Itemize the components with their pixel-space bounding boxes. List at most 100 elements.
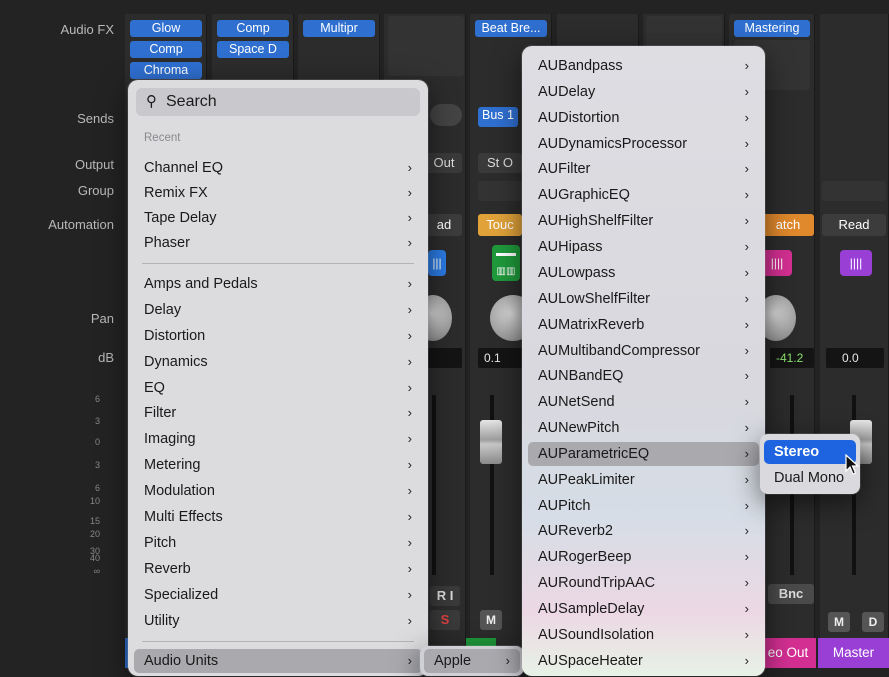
output-selector[interactable]: St O — [478, 153, 522, 173]
chevron-right-icon: › — [407, 276, 412, 291]
menu-item-dual-mono[interactable]: Dual Mono — [764, 466, 856, 490]
volume-fader[interactable] — [480, 420, 502, 464]
menu-item-aunewpitch[interactable]: AUNewPitch › — [528, 416, 759, 440]
chevron-right-icon: › — [744, 446, 749, 461]
channel-name-master[interactable]: Master — [818, 638, 889, 668]
menu-item-delay[interactable]: Delay › — [134, 298, 422, 322]
mute-button[interactable]: M — [828, 612, 850, 632]
menu-item-auhighshelffilter[interactable]: AUHighShelfFilter › — [528, 209, 759, 233]
menu-item-aunbandeq[interactable]: AUNBandEQ › — [528, 364, 759, 388]
row-label-sends: Sends — [77, 111, 114, 126]
menu-item-dynamics[interactable]: Dynamics › — [134, 350, 422, 374]
chevron-right-icon: › — [744, 239, 749, 254]
chevron-right-icon: › — [744, 161, 749, 176]
chevron-right-icon: › — [744, 317, 749, 332]
row-label-automation: Automation — [48, 217, 114, 232]
send-knob[interactable] — [430, 104, 462, 126]
chevron-right-icon: › — [744, 136, 749, 151]
bounce-button[interactable]: Bnc — [768, 584, 814, 604]
menu-item-channel-eq[interactable]: Channel EQ › — [134, 156, 422, 180]
menu-item-distortion[interactable]: Distortion › — [134, 324, 422, 348]
channel-name[interactable]: eo Out — [760, 638, 816, 668]
menu-item-aurogerbeep[interactable]: AURogerBeep › — [528, 545, 759, 569]
menu-item-filter[interactable]: Filter › — [134, 401, 422, 425]
automation-mode[interactable]: Touc — [478, 214, 522, 236]
chevron-right-icon: › — [407, 457, 412, 472]
automation-mode[interactable]: atch — [762, 214, 814, 236]
menu-item-audio-units[interactable]: Audio Units › — [134, 649, 422, 673]
menu-item-imaging[interactable]: Imaging › — [134, 427, 422, 451]
menu-item-amps-and-pedals[interactable]: Amps and Pedals › — [134, 272, 422, 296]
chevron-right-icon: › — [744, 653, 749, 668]
menu-item-ausampledelay[interactable]: AUSampleDelay › — [528, 597, 759, 621]
record-input-buttons[interactable]: R I — [430, 586, 460, 606]
chevron-right-icon: › — [407, 328, 412, 343]
menu-item-specialized[interactable]: Specialized › — [134, 583, 422, 607]
fx-slot-comp[interactable]: Comp — [130, 41, 202, 58]
menu-item-ausoundisolation[interactable]: AUSoundIsolation › — [528, 623, 759, 647]
menu-item-metering[interactable]: Metering › — [134, 453, 422, 477]
chevron-right-icon: › — [744, 627, 749, 642]
fx-slot-multipressor[interactable]: Multipr — [303, 20, 375, 37]
fx-slot-comp[interactable]: Comp — [217, 20, 289, 37]
menu-item-modulation[interactable]: Modulation › — [134, 479, 422, 503]
menu-item-auspaceheater[interactable]: AUSpaceHeater › — [528, 649, 759, 673]
menu-item-audelay[interactable]: AUDelay › — [528, 80, 759, 104]
menu-item-aumultibandcompressor[interactable]: AUMultibandCompressor › — [528, 339, 759, 363]
menu-item-aumatrixreverb[interactable]: AUMatrixReverb › — [528, 313, 759, 337]
menu-item-aupeaklimiter[interactable]: AUPeakLimiter › — [528, 468, 759, 492]
menu-item-aureverb2[interactable]: AUReverb2 › — [528, 519, 759, 543]
menu-item-pitch[interactable]: Pitch › — [134, 531, 422, 555]
search-field[interactable]: ⚲ Search — [136, 88, 420, 116]
menu-item-stereo[interactable]: Stereo — [764, 440, 856, 464]
menu-item-phaser[interactable]: Phaser › — [134, 231, 422, 255]
audio-waveform-icon[interactable]: ||| — [428, 250, 446, 276]
fx-slot-chroma[interactable]: Chroma — [130, 62, 202, 79]
solo-button[interactable]: S — [430, 610, 460, 630]
audio-waveform-icon[interactable]: |||| — [840, 250, 872, 276]
menu-item-audistortion[interactable]: AUDistortion › — [528, 106, 759, 130]
menu-item-remix-fx[interactable]: Remix FX › — [134, 181, 422, 205]
output-selector[interactable]: Out — [426, 153, 462, 173]
drummer-icon[interactable]: ▬▬ ▥▥ — [492, 245, 520, 281]
chevron-right-icon: › — [744, 84, 749, 99]
automation-mode[interactable]: ad — [426, 214, 462, 236]
chevron-right-icon: › — [744, 343, 749, 358]
menu-item-auhipass[interactable]: AUHipass › — [528, 235, 759, 259]
group-slot[interactable] — [822, 181, 886, 201]
menu-item-apple[interactable]: Apple › — [424, 649, 520, 673]
fx-slot-beat-breaker[interactable]: Beat Bre... — [475, 20, 547, 37]
menu-item-audynamicsprocessor[interactable]: AUDynamicsProcessor › — [528, 132, 759, 156]
menu-item-aulowpass[interactable]: AULowpass › — [528, 261, 759, 285]
fx-slot-mastering[interactable]: Mastering — [734, 20, 810, 37]
row-label-group: Group — [77, 183, 114, 198]
group-slot[interactable] — [478, 181, 522, 201]
audio-units-submenu: AUBandpass › AUDelay › AUDistortion › AUDyn… — [522, 46, 765, 676]
automation-mode[interactable]: Read — [822, 214, 886, 236]
menu-item-aupitch[interactable]: AUPitch › — [528, 494, 759, 518]
fx-slot-space-designer[interactable]: Space D — [217, 41, 289, 58]
chevron-right-icon: › — [744, 291, 749, 306]
menu-item-reverb[interactable]: Reverb › — [134, 557, 422, 581]
empty-fx-slot[interactable] — [388, 16, 464, 76]
chevron-right-icon: › — [744, 368, 749, 383]
dim-button[interactable]: D — [862, 612, 884, 632]
menu-item-eq[interactable]: EQ › — [134, 376, 422, 400]
menu-item-augraphiceq[interactable]: AUGraphicEQ › — [528, 183, 759, 207]
chevron-right-icon: › — [407, 561, 412, 576]
menu-item-multi-effects[interactable]: Multi Effects › — [134, 505, 422, 529]
menu-item-auparametriceq[interactable]: AUParametricEQ › — [528, 442, 759, 466]
volume-readout: 0.0 — [826, 348, 884, 368]
chevron-right-icon: › — [744, 187, 749, 202]
menu-item-auroundtripaac[interactable]: AURoundTripAAC › — [528, 571, 759, 595]
fx-slot-glow[interactable]: Glow — [130, 20, 202, 37]
menu-item-aubandpass[interactable]: AUBandpass › — [528, 54, 759, 78]
audio-waveform-icon[interactable]: |||| — [762, 250, 792, 276]
menu-item-utility[interactable]: Utility › — [134, 609, 422, 633]
menu-item-aunetsend[interactable]: AUNetSend › — [528, 390, 759, 414]
menu-item-tape-delay[interactable]: Tape Delay › — [134, 206, 422, 230]
menu-item-aulowshelffilter[interactable]: AULowShelfFilter › — [528, 287, 759, 311]
send-bus-1[interactable]: Bus 1 — [478, 107, 518, 127]
menu-item-aufilter[interactable]: AUFilter › — [528, 157, 759, 181]
mute-button[interactable]: M — [480, 610, 502, 630]
